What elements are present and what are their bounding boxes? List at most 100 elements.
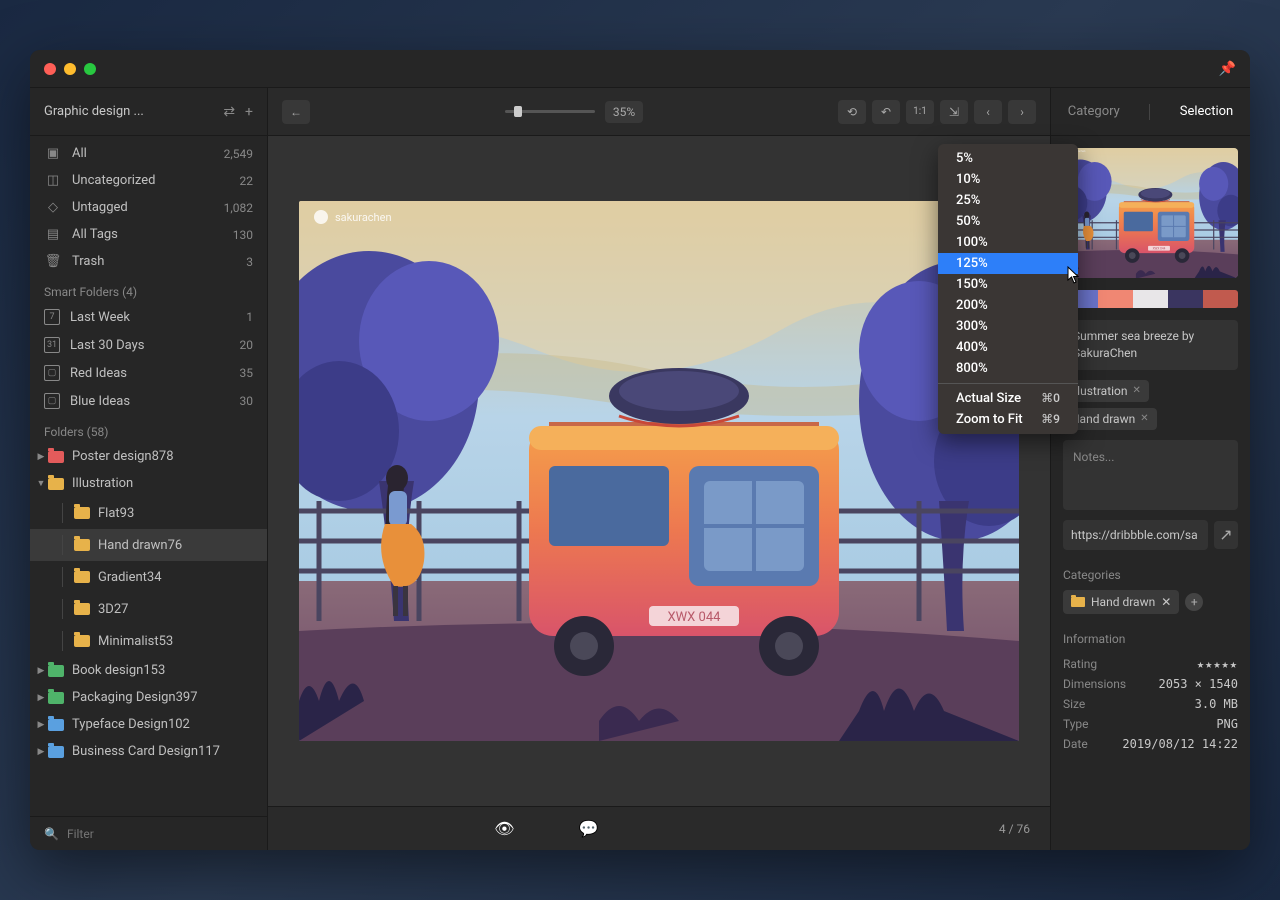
library-item[interactable]: 🗑Trash3	[30, 248, 267, 275]
folder-item[interactable]: ▶Business Card Design117	[30, 738, 267, 765]
subfolder-item[interactable]: Minimalist53	[30, 625, 267, 657]
library-item[interactable]: ◇Untagged1,082	[30, 194, 267, 221]
color-swatch[interactable]	[1168, 290, 1203, 308]
close-button[interactable]	[44, 63, 56, 75]
smart-folder-item[interactable]: ▢Blue Ideas30	[30, 387, 267, 415]
expand-icon[interactable]: ▶	[34, 693, 48, 703]
remove-category-icon[interactable]: ✕	[1161, 595, 1171, 609]
folder-icon	[48, 478, 64, 490]
subfolder-item[interactable]: Hand drawn76	[30, 529, 267, 561]
search-icon: 🔍	[44, 827, 59, 841]
smart-folder-icon: 31	[44, 337, 60, 353]
folder-icon	[48, 692, 64, 704]
remove-tag-icon[interactable]: ✕	[1133, 385, 1141, 396]
url-field[interactable]: https://dribbble.com/sa	[1063, 520, 1208, 550]
minimize-button[interactable]	[64, 63, 76, 75]
filter-bar: 🔍	[30, 816, 267, 850]
zoom-option[interactable]: 300%	[938, 316, 1078, 337]
titlebar: 📌	[30, 50, 1250, 88]
main-panel: ← 35% ⟲ ↶ 1:1 ⇲ ‹ ›	[268, 88, 1050, 850]
actual-size-button[interactable]: 1:1	[906, 100, 934, 124]
library-item[interactable]: ▤All Tags130	[30, 221, 267, 248]
color-swatch[interactable]	[1203, 290, 1238, 308]
canvas[interactable]: XWX 044 sakurachen	[268, 136, 1050, 806]
page-counter: 4 / 76	[999, 822, 1030, 836]
folder-item[interactable]: ▶Poster design878	[30, 443, 267, 470]
smart-folder-item[interactable]: 7Last Week1	[30, 303, 267, 331]
zoom-option[interactable]: 800%	[938, 358, 1078, 379]
view-mode-comment-icon[interactable]: 💬	[567, 813, 611, 844]
expand-icon[interactable]: ▶	[34, 747, 48, 757]
undo-button[interactable]: ↶	[872, 100, 900, 124]
open-link-icon[interactable]: ↗	[1214, 521, 1238, 549]
collapse-button[interactable]: ⇲	[940, 100, 968, 124]
color-palette	[1063, 290, 1238, 308]
folder-item[interactable]: ▶Book design153	[30, 657, 267, 684]
swap-icon[interactable]: ⇄	[223, 104, 235, 120]
tags-list: Illustration✕Hand drawn✕	[1063, 380, 1238, 430]
zoom-option[interactable]: 100%	[938, 232, 1078, 253]
tab-category[interactable]: Category	[1064, 98, 1124, 125]
folder-item[interactable]: ▶Packaging Design397	[30, 684, 267, 711]
smart-folder-item[interactable]: 31Last 30 Days20	[30, 331, 267, 359]
folder-item[interactable]: ▶Typeface Design102	[30, 711, 267, 738]
thumbnail[interactable]: XWX 044 sakurachen	[1063, 148, 1238, 278]
pin-icon[interactable]: 📌	[1219, 61, 1236, 77]
folder-icon	[74, 507, 90, 519]
folder-item[interactable]: ▼Illustration	[30, 470, 267, 497]
smart-folder-icon: ▢	[44, 365, 60, 381]
sidebar-header: Graphic design ... ⇄ +	[30, 88, 267, 136]
folder-icon	[48, 719, 64, 731]
subfolder-item[interactable]: 3D27	[30, 593, 267, 625]
filter-input[interactable]	[67, 827, 253, 841]
cursor-icon	[1067, 266, 1081, 284]
add-category-button[interactable]: +	[1185, 593, 1203, 611]
library-item[interactable]: ◫Uncategorized22	[30, 167, 267, 194]
smart-folder-item[interactable]: ▢Red Ideas35	[30, 359, 267, 387]
toolbar: ← 35% ⟲ ↶ 1:1 ⇲ ‹ ›	[268, 88, 1050, 136]
zoom-option[interactable]: 150%	[938, 274, 1078, 295]
inspector: Category Selection XWX 044 sakurachen Su…	[1050, 88, 1250, 850]
zoom-option[interactable]: 5%	[938, 148, 1078, 169]
rotate-button[interactable]: ⟲	[838, 100, 866, 124]
maximize-button[interactable]	[84, 63, 96, 75]
categories-label: Categories	[1063, 568, 1238, 582]
expand-icon[interactable]: ▶	[34, 666, 48, 676]
color-swatch[interactable]	[1133, 290, 1168, 308]
expand-icon[interactable]: ▼	[34, 478, 48, 489]
folder-icon	[48, 451, 64, 463]
subfolder-item[interactable]: Flat93	[30, 497, 267, 529]
zoom-option[interactable]: 25%	[938, 190, 1078, 211]
zoom-option[interactable]: 10%	[938, 169, 1078, 190]
expand-icon[interactable]: ▶	[34, 452, 48, 462]
folder-icon	[48, 665, 64, 677]
category-tag[interactable]: Hand drawn ✕	[1063, 590, 1179, 614]
expand-icon[interactable]: ▶	[34, 720, 48, 730]
zoom-option[interactable]: 125%	[938, 253, 1078, 274]
library-item[interactable]: ▣All2,549	[30, 140, 267, 167]
notes-field[interactable]: Notes...	[1063, 440, 1238, 510]
zoom-action[interactable]: Zoom to Fit⌘9	[938, 409, 1078, 430]
svg-text:XWX 044: XWX 044	[668, 610, 722, 625]
zoom-option[interactable]: 50%	[938, 211, 1078, 232]
zoom-slider[interactable]	[505, 110, 595, 113]
smart-folders-header: Smart Folders (4)	[30, 275, 267, 303]
rating-stars[interactable]: ★★★★★	[1197, 657, 1238, 671]
next-button[interactable]: ›	[1008, 100, 1036, 124]
color-swatch[interactable]	[1098, 290, 1133, 308]
title-field[interactable]: Summer sea breeze by SakuraChen	[1063, 320, 1238, 370]
zoom-option[interactable]: 200%	[938, 295, 1078, 316]
remove-tag-icon[interactable]: ✕	[1140, 413, 1148, 424]
subfolder-item[interactable]: Gradient34	[30, 561, 267, 593]
all-icon: ▣	[44, 146, 62, 161]
prev-button[interactable]: ‹	[974, 100, 1002, 124]
zoom-label[interactable]: 35%	[605, 101, 643, 123]
zoom-option[interactable]: 400%	[938, 337, 1078, 358]
back-button[interactable]: ←	[282, 100, 310, 124]
zoom-control: 35%	[505, 101, 643, 123]
view-mode-eye-icon[interactable]: 👁	[482, 813, 526, 844]
zoom-action[interactable]: Actual Size⌘0	[938, 388, 1078, 409]
tab-selection[interactable]: Selection	[1176, 98, 1237, 125]
smart-folder-icon: 7	[44, 309, 60, 325]
add-icon[interactable]: +	[245, 104, 253, 120]
